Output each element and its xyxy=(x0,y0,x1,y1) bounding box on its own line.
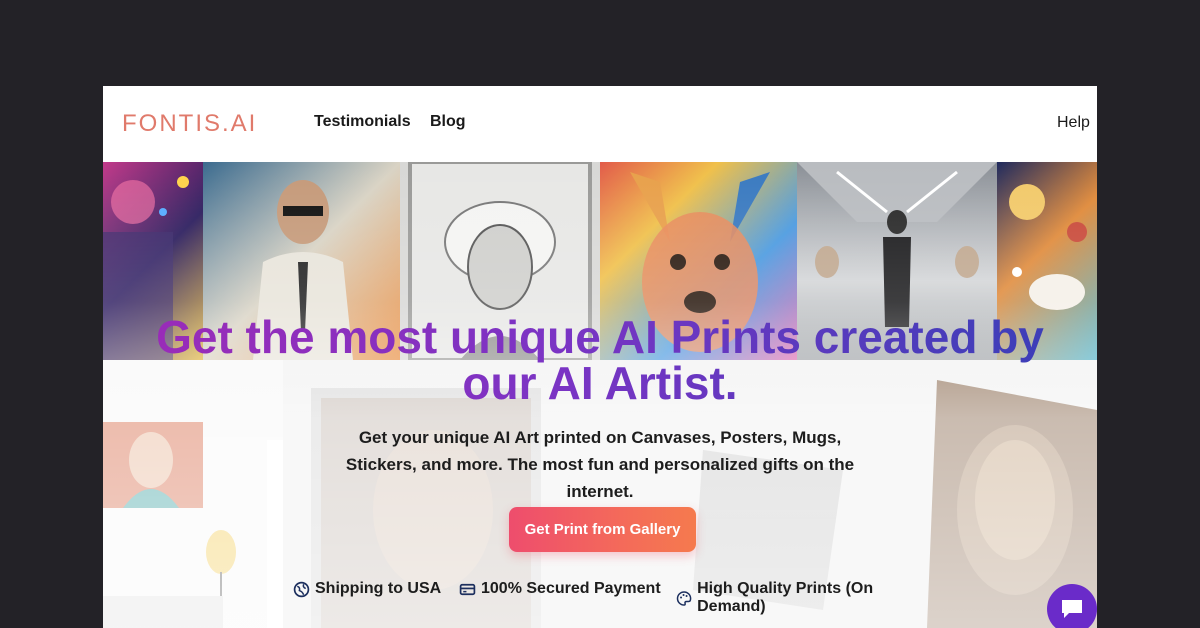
top-navigation: FONTIS.AI Testimonials Blog Help xyxy=(103,86,1097,162)
feature-shipping: Shipping to USA xyxy=(293,580,441,598)
feature-quality-prints-label: High Quality Prints (On Demand) xyxy=(697,580,874,615)
feature-secure-payment: 100% Secured Payment xyxy=(459,580,661,598)
chat-bubble-icon xyxy=(1062,600,1082,618)
globe-icon xyxy=(293,581,310,597)
brand-logo[interactable]: FONTIS.AI xyxy=(122,110,257,138)
hero-subtitle: Get your unique AI Art printed on Canvas… xyxy=(345,428,855,501)
nav-link-testimonials[interactable]: Testimonials xyxy=(314,113,411,131)
nav-link-blog[interactable]: Blog xyxy=(430,113,466,131)
feature-list: Shipping to USA 100% Secured Payment Hig… xyxy=(293,580,933,615)
feature-shipping-label: Shipping to USA xyxy=(315,580,442,597)
chat-button[interactable] xyxy=(1047,584,1097,628)
get-print-from-gallery-button[interactable]: Get Print from Gallery xyxy=(509,507,696,552)
nav-link-help[interactable]: Help xyxy=(1057,114,1090,132)
palette-icon xyxy=(676,590,692,606)
hero-headline: Get the most unique AI Prints created by… xyxy=(143,314,1057,406)
feature-secure-payment-label: 100% Secured Payment xyxy=(481,580,661,597)
credit-card-icon xyxy=(459,583,476,595)
feature-quality-prints: High Quality Prints (On Demand) xyxy=(676,580,933,616)
browser-frame: FONTIS.AI Testimonials Blog Help Get the… xyxy=(103,86,1097,628)
hero-section: Get the most unique AI Prints created by… xyxy=(103,162,1097,628)
